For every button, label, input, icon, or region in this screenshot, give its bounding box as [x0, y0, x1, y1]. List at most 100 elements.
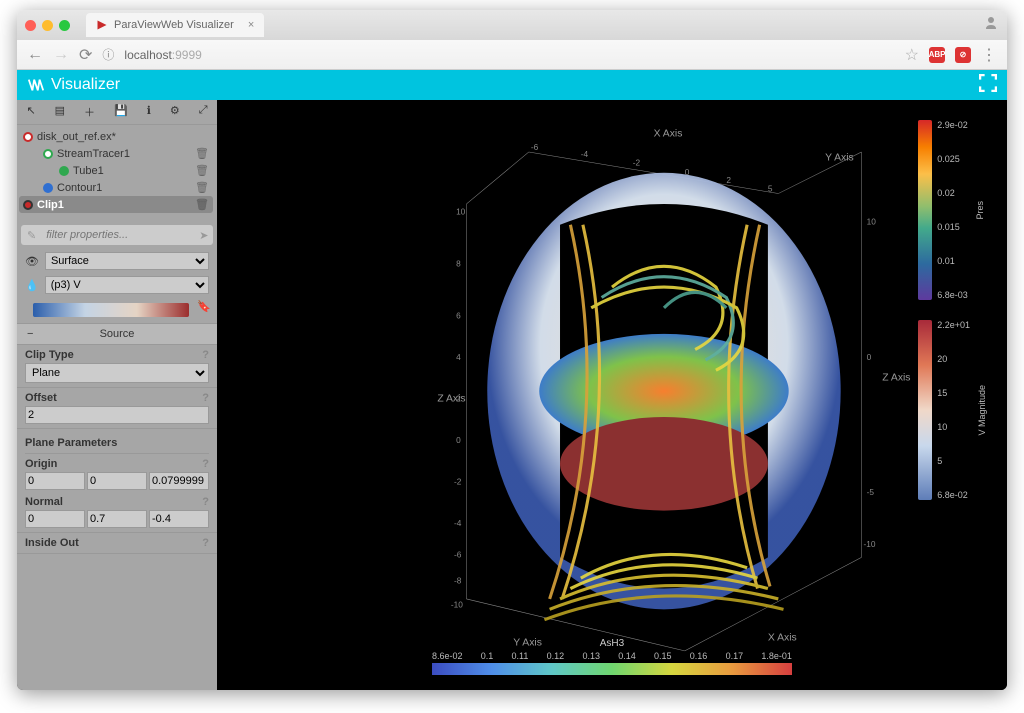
- colorbar-vmag: 2.2e+01 20 15 10 5 6.8e-02 V Magnitude: [918, 320, 997, 500]
- app-container: Visualizer ↖ ▤ ＋ 💾 ℹ ⚙ ⤢ disk_out_ref.ex…: [17, 70, 1007, 690]
- svg-text:10: 10: [456, 206, 466, 216]
- extension-icon[interactable]: ABP: [929, 47, 945, 63]
- svg-text:-4: -4: [454, 518, 462, 528]
- document-icon[interactable]: ▤: [55, 104, 65, 120]
- svg-text:5: 5: [768, 183, 773, 193]
- droplet-icon[interactable]: 💧: [25, 279, 39, 292]
- offset-section: Offset?: [17, 388, 217, 429]
- pipeline-tree: disk_out_ref.ex* StreamTracer1🗑 Tube1🗑 C…: [17, 125, 217, 221]
- svg-text:2: 2: [456, 393, 461, 403]
- svg-text:0: 0: [685, 167, 690, 177]
- help-icon[interactable]: ?: [202, 496, 209, 508]
- main-area: ↖ ▤ ＋ 💾 ℹ ⚙ ⤢ disk_out_ref.ex* StreamTra…: [17, 100, 1007, 690]
- delete-icon[interactable]: 🗑: [195, 164, 209, 177]
- origin-y-input[interactable]: [87, 472, 147, 490]
- app-title: Visualizer: [51, 76, 120, 94]
- cursor-icon[interactable]: ↖: [26, 104, 35, 120]
- representation-select[interactable]: Surface: [45, 252, 209, 270]
- normal-x-input[interactable]: [25, 510, 85, 528]
- url-text[interactable]: localhost:9999: [124, 48, 201, 62]
- help-icon[interactable]: ?: [202, 537, 209, 549]
- svg-text:-2: -2: [454, 477, 462, 487]
- nav-back-icon[interactable]: ←: [27, 46, 43, 64]
- clip-type-section: Clip Type? Plane: [17, 345, 217, 388]
- browser-tab[interactable]: ParaViewWeb Visualizer ×: [86, 13, 264, 37]
- save-icon[interactable]: 💾: [114, 104, 128, 120]
- menu-icon[interactable]: ⋮: [981, 45, 997, 65]
- user-icon[interactable]: [983, 15, 999, 36]
- filter-properties: ✎ ➤: [21, 225, 213, 245]
- clip-type-select[interactable]: Plane: [25, 363, 209, 383]
- info-icon[interactable]: ⓘ: [102, 46, 114, 63]
- svg-text:-6: -6: [454, 549, 462, 559]
- tree-item-tube[interactable]: Tube1🗑: [19, 162, 213, 179]
- side-panel: ↖ ▤ ＋ 💾 ℹ ⚙ ⤢ disk_out_ref.ex* StreamTra…: [17, 100, 217, 690]
- colorbars-right: 2.9e-02 0.025 0.02 0.015 0.01 6.8e-03 Pr…: [918, 120, 997, 500]
- extension-icon[interactable]: ⊘: [955, 47, 971, 63]
- help-icon[interactable]: ?: [202, 458, 209, 470]
- pipeline-toolbar: ↖ ▤ ＋ 💾 ℹ ⚙ ⤢: [17, 100, 217, 125]
- nav-forward-icon: →: [53, 46, 69, 64]
- 3d-render: X Axis Y Axis Z Axis Z Axis Y Axis X Axi…: [217, 100, 1007, 690]
- tree-item-disk[interactable]: disk_out_ref.ex*: [19, 129, 213, 145]
- bookmark-star-icon[interactable]: ☆: [905, 45, 919, 65]
- filter-input[interactable]: [42, 225, 193, 245]
- colorbar-strip: [918, 120, 932, 300]
- svg-text:-10: -10: [451, 599, 463, 609]
- svg-text:0: 0: [867, 352, 872, 362]
- bookmark-icon[interactable]: 🔖: [197, 300, 211, 313]
- tree-item-contour[interactable]: Contour1🗑: [19, 179, 213, 196]
- delete-icon[interactable]: 🗑: [195, 147, 209, 160]
- svg-text:-8: -8: [454, 575, 462, 585]
- visualizer-logo-icon: [27, 76, 45, 94]
- tab-close-icon[interactable]: ×: [248, 19, 254, 31]
- svg-text:-2: -2: [633, 157, 641, 167]
- svg-text:-10: -10: [864, 539, 876, 549]
- svg-text:-5: -5: [867, 487, 875, 497]
- delete-icon[interactable]: 🗑: [195, 181, 209, 194]
- delete-icon[interactable]: 🗑: [195, 198, 209, 211]
- tree-item-clip[interactable]: Clip1🗑: [19, 196, 213, 213]
- render-view[interactable]: X Axis Y Axis Z Axis Z Axis Y Axis X Axi…: [217, 100, 1007, 690]
- info-icon[interactable]: ℹ: [147, 104, 151, 120]
- expand-icon[interactable]: ⤢: [199, 104, 208, 120]
- url-bar: ← → ⟳ ⓘ localhost:9999 ☆ ABP ⊘ ⋮: [17, 40, 1007, 70]
- svg-text:10: 10: [867, 217, 877, 227]
- close-window-icon[interactable]: [25, 20, 36, 31]
- tab-title: ParaViewWeb Visualizer: [114, 19, 234, 31]
- maximize-window-icon[interactable]: [59, 20, 70, 31]
- svg-text:-6: -6: [531, 142, 539, 152]
- settings-gear-icon[interactable]: ⚙: [170, 104, 180, 120]
- origin-z-input[interactable]: [149, 472, 209, 490]
- representation-row: 👁 Surface: [17, 249, 217, 273]
- normal-y-input[interactable]: [87, 510, 147, 528]
- help-icon[interactable]: ?: [202, 349, 209, 361]
- send-icon[interactable]: ➤: [193, 229, 214, 242]
- inside-out-section: Inside Out?: [17, 533, 217, 554]
- eye-icon[interactable]: 👁: [25, 255, 39, 268]
- colorby-select[interactable]: (p3) V: [45, 276, 209, 294]
- svg-text:4: 4: [456, 352, 461, 362]
- colorbar-strip: [918, 320, 932, 500]
- fullscreen-icon[interactable]: [979, 74, 997, 97]
- add-icon[interactable]: ＋: [84, 104, 95, 120]
- reload-icon[interactable]: ⟳: [79, 45, 92, 65]
- svg-text:Y Axis: Y Axis: [825, 152, 854, 163]
- minimize-window-icon[interactable]: [42, 20, 53, 31]
- tab-bar: ParaViewWeb Visualizer ×: [17, 10, 1007, 40]
- colorbar-ash3: AsH3 8.6e-02 0.1 0.11 0.12 0.13 0.14 0.1…: [432, 638, 792, 675]
- help-icon[interactable]: ?: [202, 392, 209, 404]
- source-header[interactable]: − Source: [17, 323, 217, 345]
- colormap-preview[interactable]: [33, 303, 189, 317]
- normal-z-input[interactable]: [149, 510, 209, 528]
- svg-text:X Axis: X Axis: [654, 128, 683, 139]
- svg-text:8: 8: [456, 258, 461, 268]
- minus-icon[interactable]: −: [27, 328, 33, 340]
- tree-item-streamtracer[interactable]: StreamTracer1🗑: [19, 145, 213, 162]
- plane-params-section: Plane Parameters Origin? Normal?: [17, 429, 217, 533]
- offset-input[interactable]: [25, 406, 209, 424]
- origin-x-input[interactable]: [25, 472, 85, 490]
- app-header: Visualizer: [17, 70, 1007, 100]
- wand-icon[interactable]: ✎: [21, 229, 42, 242]
- svg-text:6: 6: [456, 310, 461, 320]
